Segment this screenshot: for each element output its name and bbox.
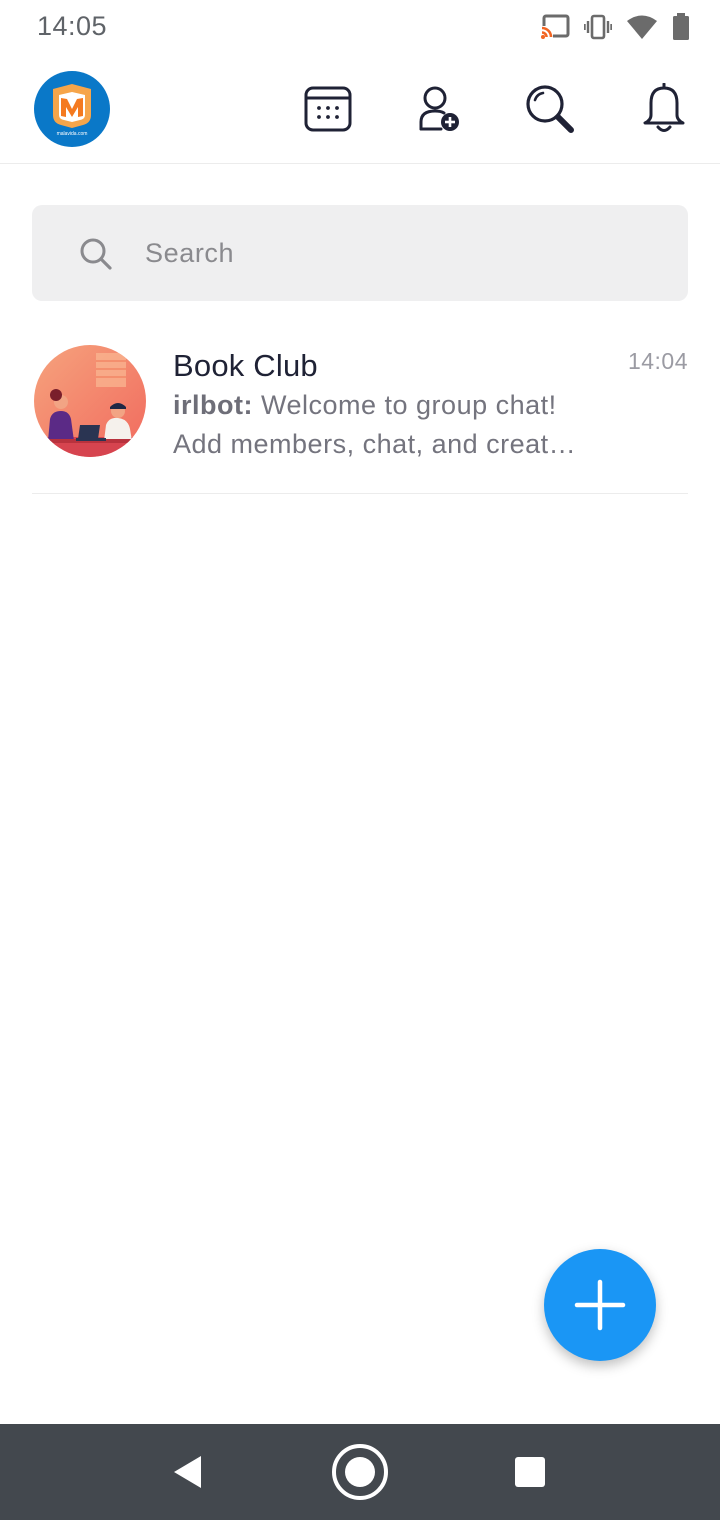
new-chat-button[interactable] [544, 1249, 656, 1361]
conversation-title: Book Club [173, 348, 318, 383]
add-contact-icon [419, 86, 459, 131]
back-icon [174, 1456, 201, 1488]
add-contact-button[interactable] [410, 81, 466, 137]
battery-icon [672, 13, 690, 41]
conversation-time: 14:04 [627, 348, 688, 374]
search-placeholder: Search [145, 238, 235, 268]
vibrate-icon [584, 14, 612, 40]
recents-icon [515, 1457, 545, 1487]
search-button[interactable] [522, 81, 578, 137]
plus-icon [574, 1279, 626, 1331]
home-icon [332, 1444, 388, 1500]
profile-avatar[interactable]: malavida.com [34, 71, 110, 147]
search-field-icon [78, 236, 114, 277]
wifi-icon [626, 14, 658, 40]
svg-text:malavida.com: malavida.com [57, 131, 88, 137]
message-preview-text: Welcome to group chat! [252, 390, 557, 420]
conversation-preview-line2: Add members, chat, and creat… [173, 429, 577, 459]
app-header: malavida.com [0, 56, 720, 164]
status-bar: 14:05 [0, 0, 720, 56]
calendar-icon [304, 86, 352, 132]
calendar-button[interactable] [300, 81, 356, 137]
bell-icon [643, 83, 685, 132]
status-time: 14:05 [37, 11, 108, 41]
system-navigation-bar [0, 1424, 720, 1520]
malavida-logo: malavida.com [53, 84, 91, 137]
recents-button[interactable] [500, 1442, 560, 1502]
conversation-item-book-club[interactable]: Book Club 14:04 irlbot: Welcome to group… [32, 330, 688, 494]
search-input[interactable] [32, 205, 688, 301]
message-sender: irlbot: [173, 390, 253, 420]
status-icons [540, 12, 690, 42]
back-button[interactable] [158, 1442, 218, 1502]
chat-list-screen: 14:05 malavida.com Search Book Club 14:0… [0, 0, 720, 1520]
conversation-preview-line1: irlbot: Welcome to group chat! [173, 390, 557, 421]
notifications-button[interactable] [636, 81, 692, 137]
group-avatar [34, 345, 146, 457]
search-icon [526, 85, 574, 133]
home-button[interactable] [330, 1442, 390, 1502]
cast-icon [540, 14, 570, 40]
